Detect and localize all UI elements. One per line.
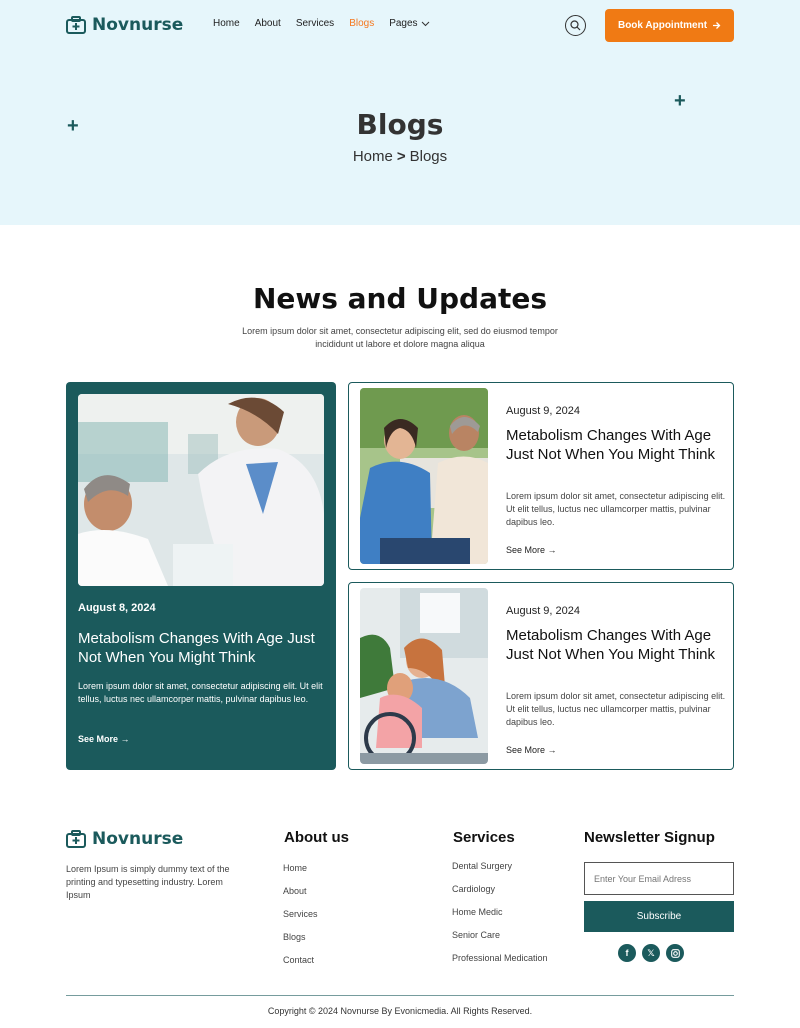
footer-link[interactable]: Professional Medication [452, 953, 548, 976]
blog-card-image [360, 388, 488, 564]
featured-blog-date: August 8, 2024 [78, 602, 156, 614]
page-title: Blogs [356, 108, 444, 141]
footer-description: Lorem Ipsum is simply dummy text of the … [66, 864, 230, 900]
x-icon[interactable]: 𝕏 [642, 944, 660, 962]
nav-services[interactable]: Services [296, 18, 334, 29]
brand-name: Novnurse [92, 15, 184, 35]
section-subtitle: Lorem ipsum dolor sit amet, consectetur … [242, 326, 558, 349]
blog-card-date: August 9, 2024 [506, 405, 581, 417]
subscribe-button[interactable]: Subscribe [584, 901, 734, 932]
book-appointment-label: Book Appointment [617, 20, 708, 31]
copyright-text: Copyright © 2024 Novnurse By Evonicmedia… [267, 1006, 533, 1016]
footer-link[interactable]: Contact [283, 955, 318, 978]
footer-link[interactable]: Services [283, 909, 318, 932]
footer-services-title: Services [453, 829, 515, 846]
footer-link[interactable]: Home [283, 863, 318, 886]
footer-link[interactable]: Senior Care [452, 930, 548, 953]
section-title: News and Updates [252, 282, 548, 315]
featured-blog-title[interactable]: Metabolism Changes With Age Just Not Whe… [78, 629, 318, 667]
blog-card-excerpt: Lorem ipsum dolor sit amet, consectetur … [506, 691, 726, 727]
medical-kit-icon [66, 16, 86, 34]
footer-link[interactable]: Dental Surgery [452, 861, 548, 884]
blog-card-image [360, 588, 488, 764]
arrow-right-icon: → [547, 545, 557, 555]
blog-card-date: August 9, 2024 [506, 605, 581, 617]
featured-blog-card[interactable]: August 8, 2024 Metabolism Changes With A… [66, 382, 336, 770]
blog-card[interactable]: August 9, 2024 Metabolism Changes With A… [348, 382, 734, 570]
nav-home[interactable]: Home [213, 18, 240, 29]
blog-card-title[interactable]: Metabolism Changes With Age Just Not Whe… [506, 426, 726, 464]
nav-about[interactable]: About [255, 18, 281, 29]
book-appointment-button[interactable]: Book Appointment [605, 9, 734, 42]
featured-see-more-link[interactable]: See More → [78, 734, 130, 744]
nav-blogs[interactable]: Blogs [349, 18, 374, 29]
see-more-label: See More [506, 745, 546, 755]
footer-link[interactable]: Home Medic [452, 907, 548, 930]
breadcrumb-current: Blogs [409, 148, 448, 165]
facebook-icon[interactable]: f [618, 944, 636, 962]
footer-link[interactable]: Cardiology [452, 884, 548, 907]
see-more-label: See More [506, 545, 546, 555]
featured-blog-image [78, 394, 324, 586]
footer-about-links: Home About Services Blogs Contact [283, 863, 318, 978]
main-nav: Home About Services Blogs Pages [213, 18, 430, 29]
brand-logo[interactable]: Novnurse [66, 15, 183, 35]
social-links: f 𝕏 [618, 944, 684, 962]
footer-brand-logo[interactable]: Novnurse [66, 829, 183, 849]
see-more-label: See More [78, 734, 119, 744]
nav-pages-label: Pages [389, 18, 418, 29]
newsletter-email-input[interactable] [584, 862, 734, 895]
breadcrumb: Home > Blogs [0, 148, 800, 165]
breadcrumb-home[interactable]: Home [353, 148, 393, 165]
footer-link[interactable]: Blogs [283, 932, 318, 955]
blog-see-more-link[interactable]: See More → [506, 745, 557, 755]
hero-banner: Novnurse Home About Services Blogs Pages… [0, 0, 800, 225]
featured-blog-excerpt: Lorem ipsum dolor sit amet, consectetur … [78, 681, 323, 704]
nav-pages-dropdown[interactable]: Pages [389, 18, 429, 29]
blog-card-title[interactable]: Metabolism Changes With Age Just Not Whe… [506, 626, 726, 664]
footer-services-links: Dental Surgery Cardiology Home Medic Sen… [452, 861, 548, 976]
footer-brand-name: Novnurse [92, 829, 184, 849]
blog-card-excerpt: Lorem ipsum dolor sit amet, consectetur … [506, 491, 726, 527]
search-icon [570, 20, 581, 31]
blog-card[interactable]: August 9, 2024 Metabolism Changes With A… [348, 582, 734, 770]
blog-see-more-link[interactable]: See More → [506, 545, 557, 555]
arrow-right-icon: → [120, 734, 130, 744]
arrow-right-icon: → [547, 745, 557, 755]
footer-about-title: About us [284, 829, 349, 846]
footer-divider [66, 995, 734, 996]
search-button[interactable] [565, 15, 586, 36]
newsletter-title: Newsletter Signup [584, 829, 715, 846]
arrow-right-icon [713, 22, 721, 29]
chevron-down-icon [421, 21, 429, 26]
medical-kit-icon [66, 830, 86, 848]
instagram-icon[interactable] [666, 944, 684, 962]
breadcrumb-separator: > [396, 148, 406, 165]
footer-link[interactable]: About [283, 886, 318, 909]
